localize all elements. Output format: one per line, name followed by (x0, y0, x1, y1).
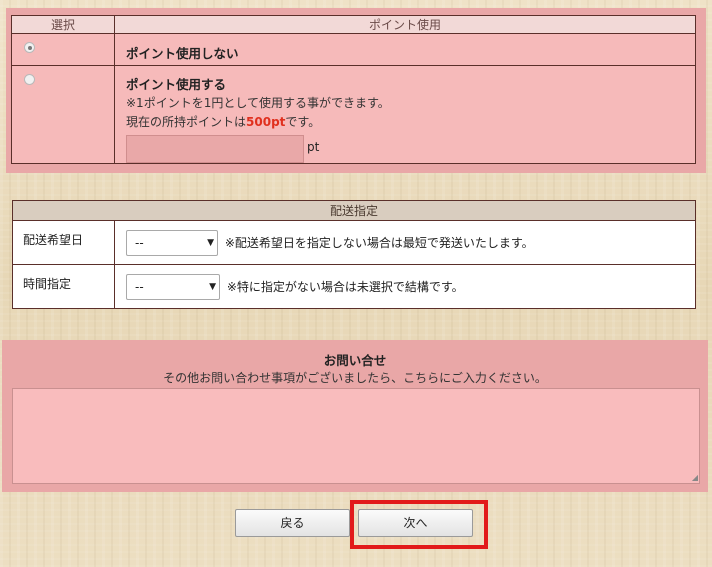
delivery-time-field: -- ▼ ※特に指定がない場合は未選択で結構です。 (114, 264, 696, 309)
points-table: 選択 ポイント使用 ポイント使用しない ポイント使用する ※1ポイントを1円とし… (11, 15, 696, 164)
delivery-time-note: ※特に指定がない場合は未選択で結構です。 (226, 280, 464, 294)
inquiry-section: お問い合せ その他お問い合わせ事項がございましたら、こちらにご入力ください。 ◢ (2, 340, 708, 492)
balance-suffix: です。 (285, 115, 321, 129)
option-cell: ポイント使用する ※1ポイントを1円として使用する事ができます。 現在の所持ポイ… (114, 65, 696, 164)
points-balance: 現在の所持ポイントは500ptです。 (126, 113, 695, 132)
points-rule-note: ※1ポイントを1円として使用する事ができます。 (126, 96, 390, 110)
delivery-date-value: -- (135, 235, 144, 250)
delivery-header: 配送指定 (12, 200, 696, 221)
balance-value: 500pt (246, 115, 286, 129)
option-row-use-points: ポイント使用する ※1ポイントを1円として使用する事ができます。 現在の所持ポイ… (11, 65, 696, 164)
chevron-down-icon: ▼ (209, 281, 216, 292)
option-cell: ポイント使用しない (114, 33, 696, 66)
chevron-down-icon: ▼ (207, 237, 214, 248)
delivery-time-select[interactable]: -- ▼ (126, 273, 220, 300)
option-no-points-label: ポイント使用しない (126, 46, 239, 61)
delivery-date-row: 配送希望日 -- ▼ ※配送希望日を指定しない場合は最短で発送いたします。 (12, 220, 696, 265)
option-use-points-label: ポイント使用する (126, 77, 227, 92)
balance-prefix: 現在の所持ポイントは (126, 115, 247, 129)
radio-cell (11, 65, 115, 164)
option-row-no-points: ポイント使用しない (11, 33, 696, 66)
header-select: 選択 (11, 15, 115, 34)
delivery-date-field: -- ▼ ※配送希望日を指定しない場合は最短で発送いたします。 (114, 220, 696, 265)
delivery-table: 配送指定 配送希望日 -- ▼ ※配送希望日を指定しない場合は最短で発送いたしま… (12, 200, 696, 309)
radio-cell (11, 33, 115, 66)
resize-grip-icon[interactable]: ◢ (692, 474, 698, 482)
delivery-time-value: -- (135, 279, 144, 294)
inquiry-title: お問い合せ (323, 353, 387, 368)
header-point-use: ポイント使用 (114, 15, 696, 34)
radio-no-points[interactable] (24, 42, 35, 53)
inquiry-subtitle: その他お問い合わせ事項がございましたら、こちらにご入力ください。 (163, 371, 547, 385)
delivery-time-label: 時間指定 (12, 264, 115, 309)
points-unit: pt (307, 140, 320, 154)
back-button[interactable]: 戻る (235, 509, 350, 537)
delivery-date-note: ※配送希望日を指定しない場合は最短で発送いたします。 (224, 236, 534, 250)
delivery-date-label: 配送希望日 (12, 220, 115, 265)
inquiry-textarea[interactable]: ◢ (12, 388, 700, 484)
points-input[interactable] (126, 135, 304, 163)
points-input-row: pt (126, 132, 695, 163)
radio-use-points[interactable] (24, 74, 35, 85)
next-button-highlight (350, 500, 488, 549)
delivery-date-select[interactable]: -- ▼ (126, 229, 218, 256)
delivery-time-row: 時間指定 -- ▼ ※特に指定がない場合は未選択で結構です。 (12, 264, 696, 309)
